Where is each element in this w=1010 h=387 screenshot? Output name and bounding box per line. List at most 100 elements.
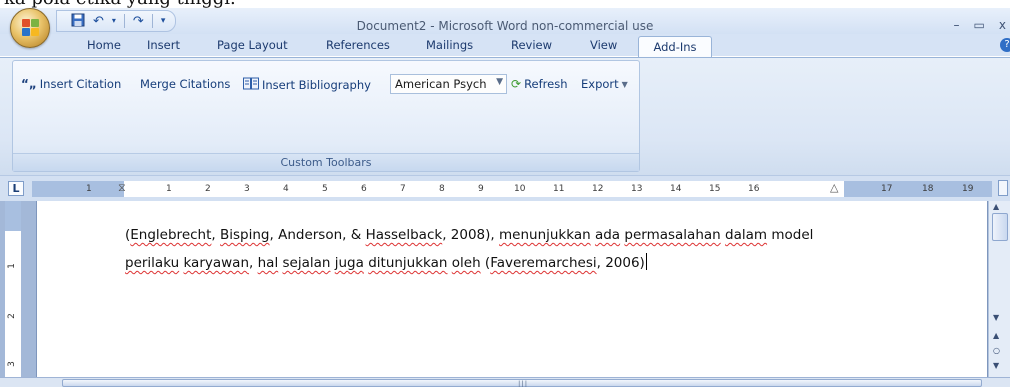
misspelled-word[interactable]: karyawan xyxy=(183,255,249,271)
ruler-number: 16 xyxy=(748,184,760,194)
misspelled-word[interactable]: dalam xyxy=(725,227,767,243)
tab-add-ins[interactable]: Add-Ins xyxy=(638,36,712,58)
chevron-down-icon: ▼ xyxy=(621,79,628,89)
ribbon-empty-area xyxy=(642,60,1010,172)
text-cursor xyxy=(645,253,648,270)
group-label: Custom Toolbars xyxy=(13,153,639,171)
insert-bibliography-label: Insert Bibliography xyxy=(262,78,371,92)
text-run: model xyxy=(767,227,814,243)
insert-bibliography-button[interactable]: Insert Bibliography xyxy=(243,77,371,93)
office-logo-icon xyxy=(22,19,40,37)
clipped-text-band: ka pola etika yang tinggi. xyxy=(0,0,1010,8)
undo-icon[interactable]: ↶ xyxy=(93,15,104,28)
misspelled-word[interactable]: ada xyxy=(595,227,620,243)
minimize-button[interactable]: – xyxy=(954,18,960,32)
grip-icon: ||| xyxy=(518,380,529,387)
merge-citations-label: Merge Citations xyxy=(140,77,231,91)
tab-page-layout[interactable]: Page Layout xyxy=(217,38,288,52)
close-button[interactable]: x xyxy=(999,18,1006,32)
first-line-indent-icon[interactable]: ⧖ xyxy=(118,181,126,195)
misspelled-word[interactable]: Bisping xyxy=(220,227,270,243)
tab-insert[interactable]: Insert xyxy=(147,38,180,52)
document-page[interactable]: (Englebrecht, Bisping, Anderson, & Hasse… xyxy=(37,201,987,377)
tab-home[interactable]: Home xyxy=(87,38,121,52)
scroll-down-icon[interactable]: ▼ xyxy=(993,313,999,322)
book-icon xyxy=(243,77,259,93)
ruler-number: 4 xyxy=(283,184,289,194)
merge-citations-button[interactable]: Merge Citations xyxy=(140,77,230,91)
tab-stop-selector[interactable]: L xyxy=(8,181,24,196)
text-run: , 2006) xyxy=(596,255,645,271)
ruler-number: 1 xyxy=(166,184,172,194)
ruler-number: 3 xyxy=(244,184,250,194)
misspelled-word[interactable]: juga xyxy=(335,255,364,271)
tab-review[interactable]: Review xyxy=(511,38,552,52)
vertical-ruler-page-zone xyxy=(5,231,21,377)
ruler-number: 10 xyxy=(514,184,526,194)
export-button[interactable]: Export ▼ xyxy=(581,77,628,91)
misspelled-word[interactable]: perilaku xyxy=(125,255,179,271)
horizontal-ruler[interactable]: ⧖ 1 1 2 3 4 5 6 7 8 9 10 11 12 13 14 15 … xyxy=(32,181,992,197)
ruler-number: 9 xyxy=(478,184,484,194)
qat-divider xyxy=(123,14,125,28)
misspelled-word[interactable]: sejalan xyxy=(283,255,331,271)
misspelled-word[interactable]: menunjukkan xyxy=(499,227,591,243)
right-indent-icon[interactable]: △ xyxy=(830,181,838,194)
horizontal-scrollbar[interactable]: ||| xyxy=(0,377,1010,387)
left-margin-zone xyxy=(32,181,124,197)
misspelled-word[interactable]: permasalahan xyxy=(624,227,720,243)
horizontal-scroll-thumb[interactable]: ||| xyxy=(62,379,982,387)
select-browse-object-icon[interactable]: ○ xyxy=(993,346,1000,355)
vertical-ruler-number: 2 xyxy=(6,313,17,319)
insert-citation-label: Insert Citation xyxy=(39,77,122,91)
misspelled-word[interactable]: Hasselback xyxy=(366,227,443,243)
maximize-button[interactable]: ▭ xyxy=(974,18,985,32)
ruler-number: 6 xyxy=(361,184,367,194)
misspelled-word[interactable]: oleh xyxy=(452,255,481,271)
misspelled-word[interactable]: ditunjukkan xyxy=(368,255,447,271)
document-area: 1 2 3 (Englebrecht, Bisping, Anderson, &… xyxy=(0,201,1010,387)
clipped-text: ka pola etika yang tinggi. xyxy=(4,0,236,8)
ruler-number: 12 xyxy=(592,184,604,194)
refresh-button[interactable]: ⟳ Refresh xyxy=(511,77,568,91)
view-ruler-icon[interactable] xyxy=(998,180,1008,196)
window-controls: – ▭ x xyxy=(954,18,1010,32)
tab-view[interactable]: View xyxy=(590,38,617,52)
redo-icon[interactable]: ↷ xyxy=(133,15,144,28)
refresh-label: Refresh xyxy=(524,77,568,91)
ribbon: “„ Insert Citation Merge Citations Inser… xyxy=(0,57,1010,175)
insert-citation-button[interactable]: “„ Insert Citation xyxy=(21,77,121,91)
text-run: , 2008), xyxy=(442,227,499,243)
export-label: Export xyxy=(581,77,619,91)
undo-dropdown-icon[interactable]: ▾ xyxy=(112,17,116,25)
previous-page-icon[interactable]: ▲ xyxy=(993,331,999,340)
document-line: perilaku karyawan, hal sejalan juga ditu… xyxy=(125,253,648,271)
next-page-icon[interactable]: ▼ xyxy=(993,361,999,370)
ruler-number: 19 xyxy=(962,184,974,194)
misspelled-word[interactable]: hal xyxy=(258,255,279,271)
ruler-number: 5 xyxy=(322,184,328,194)
citation-style-select[interactable]: American Psych ▼ xyxy=(390,74,507,94)
tab-mailings[interactable]: Mailings xyxy=(426,38,473,52)
citation-quote-icon: “„ xyxy=(21,77,37,91)
save-icon[interactable] xyxy=(71,13,85,30)
vertical-ruler[interactable]: 1 2 3 xyxy=(5,201,21,377)
text-run: , xyxy=(249,255,258,271)
ruler-number: 11 xyxy=(553,184,565,194)
tab-references[interactable]: References xyxy=(326,38,390,52)
help-icon[interactable]: ? xyxy=(1000,38,1010,52)
ruler-number: 17 xyxy=(881,184,893,194)
vertical-scroll-thumb[interactable] xyxy=(992,213,1008,241)
scroll-up-icon[interactable]: ▲ xyxy=(993,202,999,211)
misspelled-word[interactable]: Englebrecht xyxy=(130,227,211,243)
misspelled-word[interactable]: Faveremarchesi xyxy=(490,255,596,271)
customize-icon[interactable]: ▾ xyxy=(161,16,166,26)
ruler-number: 15 xyxy=(709,184,721,194)
ruler-number: 1 xyxy=(86,184,92,194)
office-button[interactable] xyxy=(10,8,50,48)
ruler-number: 8 xyxy=(439,184,445,194)
text-run: ( xyxy=(480,255,491,271)
chevron-down-icon: ▼ xyxy=(496,77,503,87)
vertical-scrollbar[interactable]: ▲ ▼ ▲ ○ ▼ xyxy=(988,201,1010,377)
ruler-number: 13 xyxy=(631,184,643,194)
